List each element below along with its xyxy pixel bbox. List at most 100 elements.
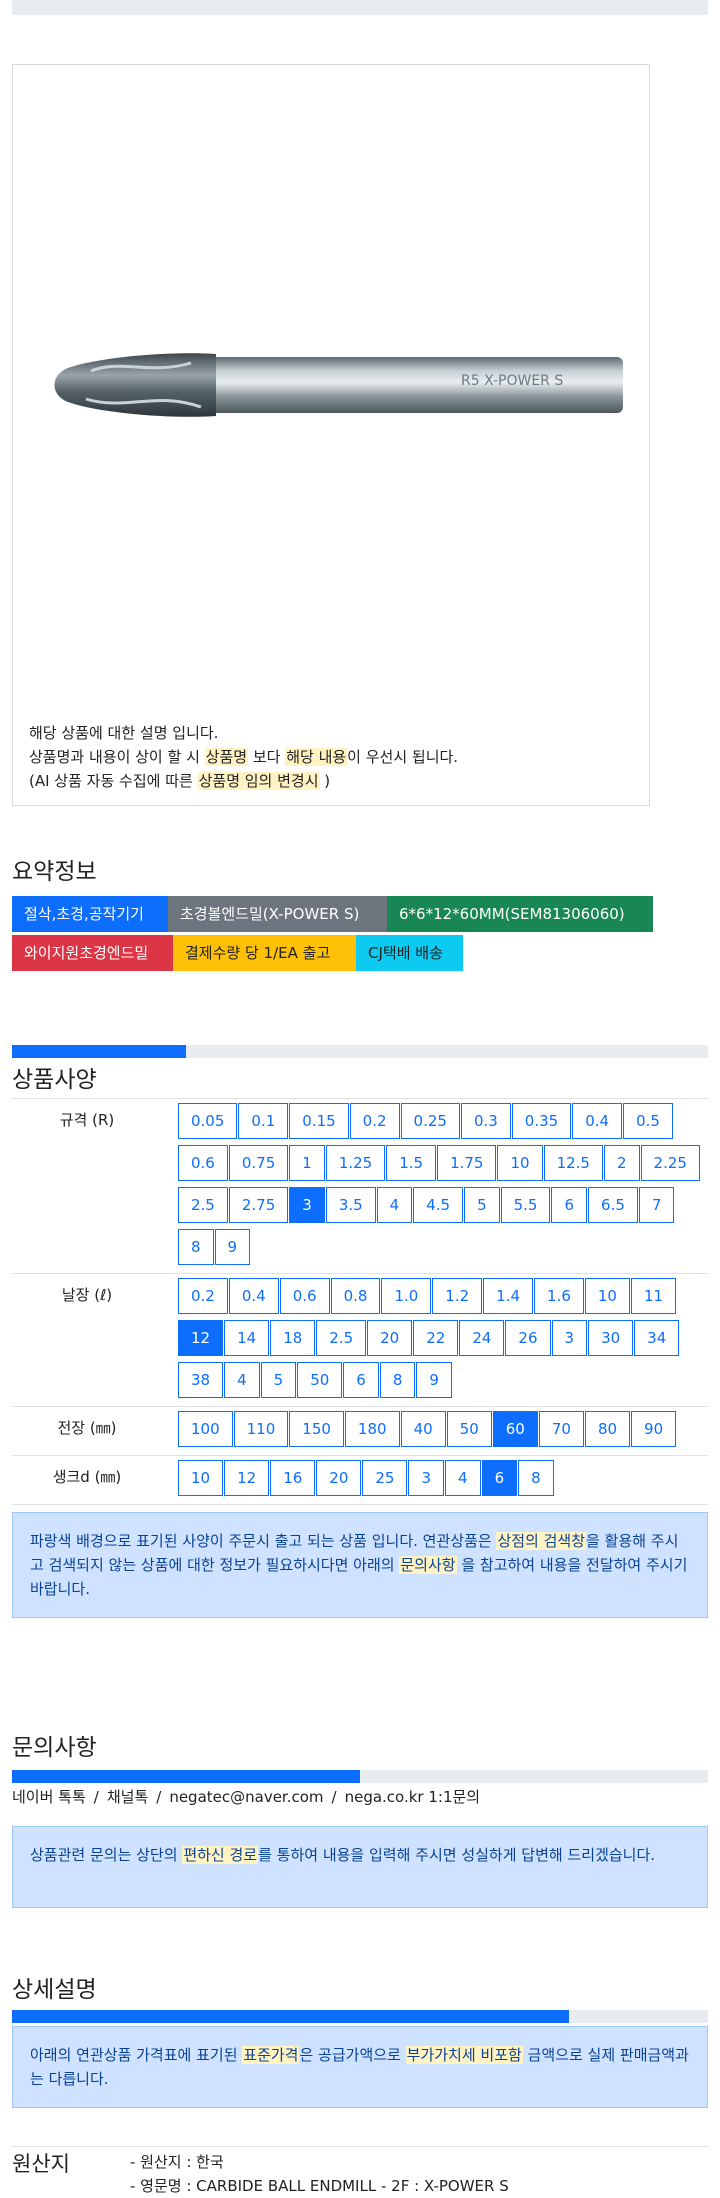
spec-option[interactable]: 12 [224, 1460, 270, 1496]
spec-option[interactable]: 20 [367, 1320, 413, 1356]
link-channel-talk[interactable]: 채널톡 [107, 1788, 148, 1806]
spec-option[interactable]: 50 [297, 1362, 343, 1398]
spec-option[interactable]: 7 [638, 1187, 675, 1223]
tag-category[interactable]: 절삭,초경,공작기기 [12, 896, 168, 932]
spec-option[interactable]: 2.5 [316, 1320, 367, 1356]
spec-option[interactable]: 5.5 [500, 1187, 551, 1223]
notice-text: 파랑색 배경으로 표기된 사양이 주문시 출고 되는 상품 입니다. 연관상품은 [30, 1532, 497, 1550]
spec-option[interactable]: 3 [551, 1320, 588, 1356]
spec-option-selected[interactable]: 3 [289, 1187, 325, 1223]
spec-option[interactable]: 2.5 [178, 1187, 228, 1223]
spec-option[interactable]: 1 [289, 1145, 325, 1181]
spec-option[interactable]: 0.4 [572, 1103, 623, 1139]
spec-option[interactable]: 10 [497, 1145, 543, 1181]
spec-options: 0.2 0.4 0.6 0.8 1.0 1.2 1.4 1.6 10 11 12 14 18 2.5 20 2… [162, 1274, 708, 1406]
spec-label: 규격 (R) [59, 1111, 115, 1129]
link-email[interactable]: negatec@naver.com [169, 1788, 323, 1806]
spec-option[interactable]: 5 [464, 1187, 500, 1223]
spec-option[interactable]: 26 [505, 1320, 551, 1356]
product-image-box: R5 X-POWER S 해당 상품에 대한 설명 입니다. 상품명과 내용이 … [12, 64, 650, 806]
spec-option[interactable]: 1.5 [386, 1145, 437, 1181]
spec-options: 100 110 150 180 40 50 60 70 80 90 [162, 1407, 708, 1455]
spec-option[interactable]: 34 [634, 1320, 680, 1356]
spec-option[interactable]: 2.25 [640, 1145, 700, 1181]
spec-option[interactable]: 4 [224, 1362, 260, 1398]
spec-option[interactable]: 1.6 [534, 1278, 584, 1314]
highlight-name-change: 상품명 임의 변경시 [197, 772, 320, 790]
detail-progress-fill [12, 2010, 569, 2023]
spec-option[interactable]: 22 [413, 1320, 459, 1356]
spec-option[interactable]: 0.75 [228, 1145, 289, 1181]
spec-option[interactable]: 16 [270, 1460, 316, 1496]
spec-option[interactable]: 9 [214, 1229, 251, 1265]
tag-product-line[interactable]: 초경볼엔드밀(X-POWER S) [168, 896, 387, 932]
spec-option[interactable]: 0.05 [178, 1103, 238, 1139]
spec-option[interactable]: 2 [603, 1145, 640, 1181]
spec-option[interactable]: 180 [344, 1411, 400, 1447]
spec-option[interactable]: 0.1 [238, 1103, 289, 1139]
spec-option[interactable]: 1.2 [432, 1278, 483, 1314]
spec-option[interactable]: 10 [178, 1460, 224, 1496]
spec-option[interactable]: 9 [416, 1362, 452, 1398]
spec-option[interactable]: 1.0 [381, 1278, 432, 1314]
spec-option[interactable]: 0.5 [623, 1103, 673, 1139]
spec-option[interactable]: 8 [518, 1460, 554, 1496]
tag-brand[interactable]: 와이지원초경엔드밀 [12, 935, 173, 971]
spec-option[interactable]: 1.75 [437, 1145, 497, 1181]
spec-option[interactable]: 4 [445, 1460, 481, 1496]
link-naver-talk[interactable]: 네이버 톡톡 [12, 1788, 86, 1806]
spec-option[interactable]: 0.6 [178, 1145, 228, 1181]
spec-option[interactable]: 0.2 [349, 1103, 400, 1139]
desc-line-2: 상품명과 내용이 상이 할 시 상품명 보다 해당 내용이 우선시 됩니다. [29, 745, 458, 769]
spec-option[interactable]: 90 [631, 1411, 677, 1447]
spec-option[interactable]: 3.5 [325, 1187, 376, 1223]
spec-option[interactable]: 0.25 [400, 1103, 460, 1139]
spec-option[interactable]: 0.2 [178, 1278, 228, 1314]
spec-option[interactable]: 0.3 [460, 1103, 511, 1139]
spec-option[interactable]: 2.75 [228, 1187, 289, 1223]
spec-option-selected[interactable]: 6 [481, 1460, 518, 1496]
spec-options: 10 12 16 20 25 3 4 6 8 [162, 1456, 708, 1504]
spec-option[interactable]: 4.5 [413, 1187, 464, 1223]
spec-option[interactable]: 8 [178, 1229, 214, 1265]
spec-option[interactable]: 11 [630, 1278, 677, 1314]
spec-option[interactable]: 50 [446, 1411, 492, 1447]
spec-option[interactable]: 24 [459, 1320, 505, 1356]
spec-option[interactable]: 12.5 [543, 1145, 603, 1181]
notice-text: 은 공급가액으로 [299, 2046, 406, 2064]
spec-option[interactable]: 8 [379, 1362, 416, 1398]
spec-option[interactable]: 20 [316, 1460, 362, 1496]
spec-option[interactable]: 6.5 [588, 1187, 638, 1223]
spec-option[interactable]: 70 [538, 1411, 584, 1447]
spec-option[interactable]: 40 [400, 1411, 446, 1447]
tag-order-unit[interactable]: 결제수량 당 1/EA 출고 [173, 935, 356, 971]
spec-option[interactable]: 4 [376, 1187, 413, 1223]
spec-option[interactable]: 18 [270, 1320, 316, 1356]
spec-option[interactable]: 150 [289, 1411, 344, 1447]
spec-option[interactable]: 6 [551, 1187, 588, 1223]
spec-option[interactable]: 80 [584, 1411, 631, 1447]
spec-option[interactable]: 25 [362, 1460, 408, 1496]
spec-option[interactable]: 38 [178, 1362, 224, 1398]
spec-option[interactable]: 110 [233, 1411, 289, 1447]
spec-option-selected[interactable]: 12 [178, 1320, 224, 1356]
spec-option[interactable]: 0.8 [330, 1278, 381, 1314]
link-site-inquiry[interactable]: nega.co.kr 1:1문의 [345, 1788, 481, 1806]
spec-option-selected[interactable]: 60 [492, 1411, 538, 1447]
spec-option[interactable]: 3 [408, 1460, 445, 1496]
tag-size-model[interactable]: 6*6*12*60MM(SEM81306060) [387, 896, 653, 932]
spec-option[interactable]: 0.15 [289, 1103, 349, 1139]
spec-option[interactable]: 0.35 [511, 1103, 572, 1139]
spec-option[interactable]: 100 [178, 1411, 233, 1447]
desc-text: 상품명과 내용이 상이 할 시 [29, 748, 205, 766]
spec-option[interactable]: 14 [224, 1320, 270, 1356]
tag-shipping[interactable]: CJ택배 배송 [356, 935, 463, 971]
spec-option[interactable]: 1.4 [483, 1278, 534, 1314]
spec-option[interactable]: 0.4 [228, 1278, 279, 1314]
spec-option[interactable]: 0.6 [279, 1278, 330, 1314]
spec-option[interactable]: 30 [588, 1320, 634, 1356]
spec-option[interactable]: 1.25 [325, 1145, 386, 1181]
spec-option[interactable]: 5 [260, 1362, 297, 1398]
spec-option[interactable]: 10 [584, 1278, 630, 1314]
spec-option[interactable]: 6 [343, 1362, 379, 1398]
